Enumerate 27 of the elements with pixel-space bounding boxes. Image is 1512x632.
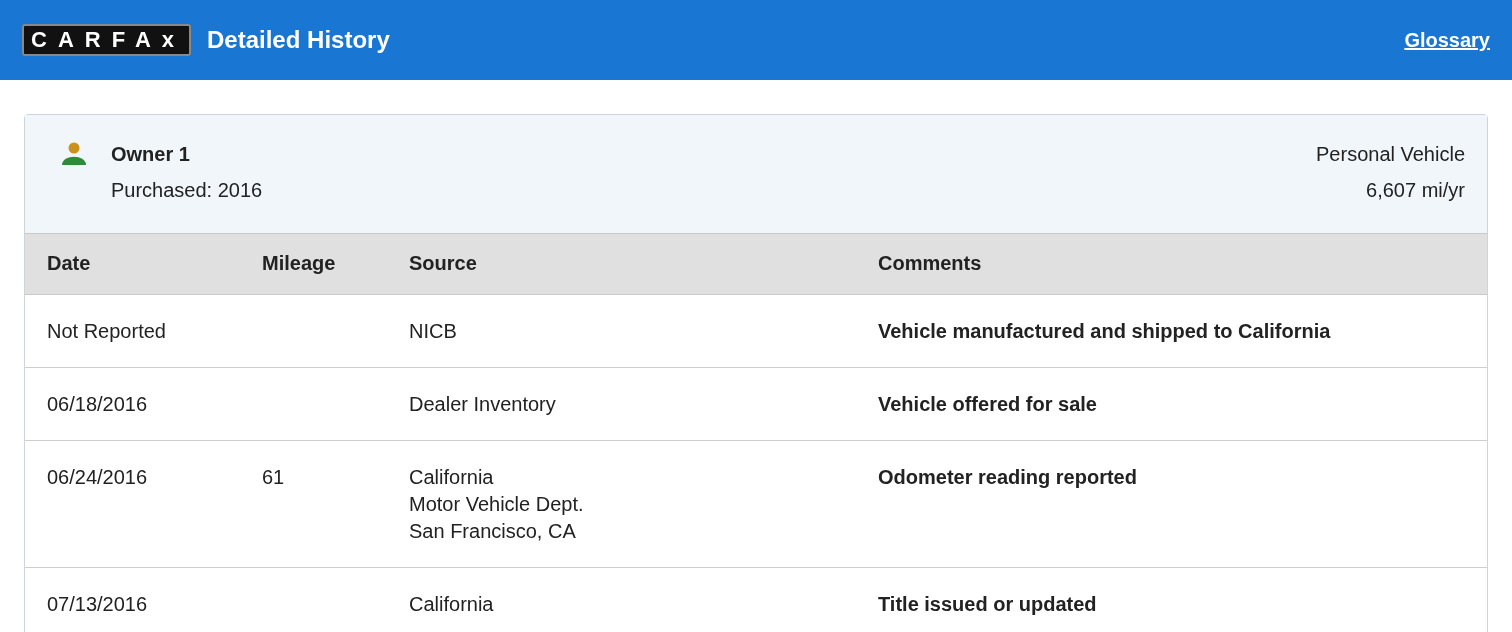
- page-title: Detailed History: [207, 25, 390, 55]
- vehicle-use: Personal Vehicle: [1316, 142, 1465, 167]
- purchase-date: Purchased: 2016: [111, 178, 263, 203]
- source-line: California: [409, 465, 495, 490]
- date-cell-text: Not Reported: [47, 319, 167, 344]
- column-header: Date: [47, 251, 92, 276]
- person-icon: [61, 142, 87, 166]
- owner-name: Owner 1: [111, 142, 191, 167]
- source-line: San Francisco, CA: [409, 519, 577, 544]
- column-header: Comments: [878, 251, 983, 276]
- date-cell-text: 06/18/2016: [47, 392, 149, 417]
- source-line: California: [409, 592, 495, 617]
- date-cell-text: 06/24/2016: [47, 465, 149, 490]
- annual-mileage: 6,607 mi/yr: [1365, 178, 1465, 203]
- logo: CARFAx: [22, 24, 191, 56]
- comment-title: Vehicle offered for sale: [878, 392, 1098, 417]
- glossary-link[interactable]: Glossary: [1404, 25, 1490, 55]
- comment-title: Odometer reading reported: [878, 465, 1138, 490]
- comment-title: Vehicle manufactured and shipped to California: [878, 319, 1332, 344]
- mileage-cell-text: 61: [262, 465, 286, 490]
- source-line: Dealer Inventory: [409, 392, 557, 417]
- source-line: Motor Vehicle Dept.: [409, 492, 585, 517]
- comment-title: Title issued or updated: [878, 592, 1098, 617]
- date-cell-text: 07/13/2016: [47, 592, 149, 617]
- column-header: Source: [409, 251, 478, 276]
- column-header: Mileage: [262, 251, 337, 276]
- source-line: NICB: [409, 319, 458, 344]
